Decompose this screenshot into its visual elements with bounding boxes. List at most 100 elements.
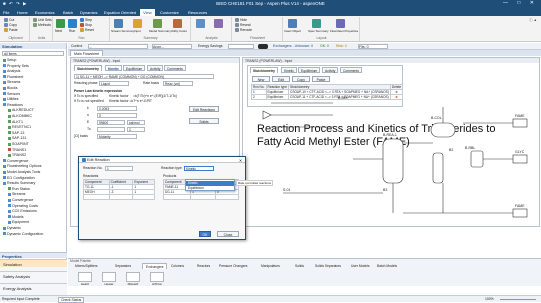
nav-tree-item[interactable]: TRANS2 xyxy=(8,153,26,157)
paste-button[interactable]: Paste xyxy=(4,28,18,33)
nav-tree-item[interactable]: Streams xyxy=(3,80,20,84)
e-field[interactable]: 59600 xyxy=(97,120,125,125)
flowsheet-canvas[interactable]: Reaction Process and Kinetics of Triglyc… xyxy=(243,63,539,226)
rxn-type-select[interactable]: Kinetic xyxy=(184,166,214,171)
simulation-nav-button[interactable]: Simulation xyxy=(0,259,67,267)
energy-toggle[interactable] xyxy=(258,44,268,49)
heater-icon[interactable] xyxy=(102,272,116,282)
dropdown-option-equilibrium[interactable]: Equilibrium xyxy=(186,186,234,191)
rxn-no-select[interactable]: 1 xyxy=(105,166,133,171)
nav-tree-item[interactable]: ALKOMBKC xyxy=(8,114,32,118)
nav-tree-item[interactable]: Blocks xyxy=(3,86,18,90)
nav-tree-item[interactable]: ALKT1 xyxy=(8,120,23,124)
menu-resources[interactable]: Resources xyxy=(188,10,207,15)
reacting-phase-select[interactable]: Liquid xyxy=(99,81,129,86)
menu-dynamics[interactable]: Dynamics xyxy=(80,10,98,15)
nav-tree-item[interactable]: ALKREDUCT xyxy=(8,108,34,112)
run-icon[interactable] xyxy=(68,19,77,28)
nav-tree-item[interactable]: SOAP0NT xyxy=(8,142,29,146)
edit-reactions-button[interactable]: Edit Reactions xyxy=(189,106,219,112)
rate-basis-select[interactable]: Reac (vol) xyxy=(163,81,193,86)
tab-kinetic[interactable]: Kinetic xyxy=(105,65,122,71)
nav-tree-item[interactable]: Operating Costs xyxy=(8,204,38,208)
nav-tree-item[interactable]: Results Summary xyxy=(3,181,35,185)
reaction-select[interactable]: 1) SG-11 + MEOH --> RAME (COMMON) + DG (… xyxy=(74,74,214,79)
next-icon[interactable] xyxy=(56,19,65,28)
nav-tree-item[interactable]: TRANS1 xyxy=(8,148,26,152)
palette-tab[interactable]: Manipulators xyxy=(258,263,283,269)
palette-tab[interactable]: Batch Models xyxy=(374,263,400,269)
to-field[interactable] xyxy=(97,127,125,132)
nav-tree-item[interactable]: Models xyxy=(8,215,24,219)
analysis-icon[interactable] xyxy=(196,19,205,28)
fits-select[interactable]: Fits: 0 xyxy=(358,44,388,49)
window-controls[interactable]: — □ ✕ xyxy=(503,0,538,6)
flowsheet-properties-icon[interactable] xyxy=(336,19,345,28)
ok-button[interactable]: OK xyxy=(199,231,211,237)
table-row[interactable] xyxy=(162,194,239,200)
stop-button[interactable]: Stop xyxy=(80,23,92,28)
insert-object-icon[interactable] xyxy=(288,19,297,28)
properties-header[interactable]: Properties xyxy=(0,252,67,259)
control-select[interactable]: ... xyxy=(88,44,148,49)
anon-select[interactable]: Anon... xyxy=(152,44,192,49)
energy-savings-field[interactable] xyxy=(228,44,254,49)
menu-customize[interactable]: Customize xyxy=(160,10,179,15)
check-status-button[interactable]: Check Status xyxy=(58,297,85,303)
tab-stoichiometry[interactable]: Stoichiometry xyxy=(74,65,102,71)
close-icon[interactable]: ✕ xyxy=(239,158,242,163)
reroute-button[interactable]: Reroute xyxy=(235,28,252,33)
unit-sets-button[interactable]: Unit Sets xyxy=(33,18,52,23)
menu-file[interactable]: File xyxy=(3,10,9,15)
energy-analysis-nav-button[interactable]: Energy Analysis xyxy=(0,283,67,291)
palette-tab[interactable]: Pressure Changers xyxy=(216,263,250,269)
tab-main-flowsheet[interactable]: Main Flowsheet xyxy=(70,50,104,56)
tab-comments[interactable]: Comments xyxy=(164,65,186,71)
nav-tree-item[interactable]: SAP-131 xyxy=(8,136,26,140)
zoom-slider[interactable] xyxy=(500,299,536,300)
nav-tree-item[interactable]: Streams xyxy=(8,192,25,196)
step-button[interactable]: Step xyxy=(80,18,92,23)
utility-costs-icon[interactable] xyxy=(173,19,182,28)
nav-tree-item[interactable]: CO2 Emissions xyxy=(8,209,37,213)
tab-activity[interactable]: Activity xyxy=(147,65,164,71)
nav-tree-item[interactable]: Flowsheet xyxy=(3,75,23,79)
table-row[interactable] xyxy=(83,194,155,200)
cut-button[interactable]: Cut xyxy=(4,18,14,23)
tab-equilibrium[interactable]: Equilibrium xyxy=(123,65,146,71)
k-field[interactable]: 0.0093 xyxy=(97,106,137,111)
menu-economics[interactable]: Economics xyxy=(35,10,55,15)
palette-tab[interactable]: User Models xyxy=(348,263,373,269)
reset-button[interactable]: Reset xyxy=(80,28,94,33)
nav-tree-item[interactable]: Utilities xyxy=(3,97,19,101)
menu-view[interactable]: View xyxy=(140,9,155,16)
palette-tab[interactable]: Columns xyxy=(168,263,187,269)
reaction-type-dropdown[interactable]: Kinetic Equilibrium xyxy=(185,179,235,191)
nav-tree-item[interactable]: Reactions xyxy=(3,103,23,107)
palette-tab[interactable]: Mixers/Splitters xyxy=(72,263,101,269)
menu-equation-oriented[interactable]: Equation Oriented xyxy=(104,10,136,15)
palette-tab[interactable]: Reactors xyxy=(194,263,213,269)
nav-tree-item[interactable]: EO Configuration xyxy=(3,176,35,180)
spec-summary-icon[interactable] xyxy=(312,19,321,28)
palette-tab[interactable]: Solids xyxy=(292,263,307,269)
mheatx-icon[interactable] xyxy=(126,272,140,282)
input-icon[interactable] xyxy=(133,19,142,28)
hxflux-icon[interactable] xyxy=(150,272,164,282)
heatx-icon[interactable] xyxy=(78,272,92,282)
palette-tab[interactable]: Separators xyxy=(112,263,134,269)
nav-tree-item[interactable]: Setup xyxy=(3,58,16,62)
nav-tree-item[interactable]: SAP-13 xyxy=(8,131,24,135)
nav-tree-item[interactable]: Dynamic xyxy=(3,226,21,230)
nav-tree-item[interactable]: Convergence xyxy=(8,198,33,202)
nav-tree-item[interactable]: Equipment xyxy=(8,220,29,224)
help-icon[interactable]: ⓘ ▲ xyxy=(529,18,537,23)
nav-tree-item[interactable]: Sensors xyxy=(3,92,20,96)
palette-tab[interactable]: Solids Separators xyxy=(312,263,344,269)
conc-basis-select[interactable]: Molarity xyxy=(97,134,137,139)
economics-icon[interactable] xyxy=(214,19,223,28)
n-field[interactable]: 0 xyxy=(97,113,137,118)
menu-batch[interactable]: Batch xyxy=(63,10,73,15)
nav-tree-item[interactable]: Analysis xyxy=(3,69,20,73)
reveal-button[interactable]: Reveal xyxy=(235,23,251,28)
